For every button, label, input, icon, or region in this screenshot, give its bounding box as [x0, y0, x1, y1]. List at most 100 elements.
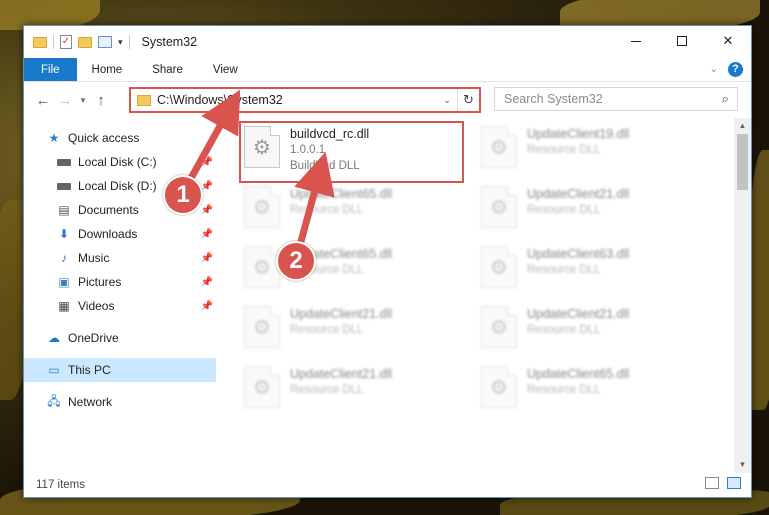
scroll-down-icon[interactable]: ▼: [734, 457, 751, 473]
address-dropdown-icon[interactable]: ⌄: [437, 95, 457, 106]
sidebar-item-local-disk-c[interactable]: Local Disk (C:) 📌: [24, 150, 216, 174]
properties-check-icon[interactable]: ✓: [60, 35, 72, 49]
file-description: Resource DLL: [527, 264, 601, 276]
network-icon: 🖧: [47, 393, 61, 408]
file-tile[interactable]: ⚙ UpdateClient21.dll Resource DLL: [244, 306, 474, 358]
file-name: UpdateClient63.dll: [527, 247, 630, 261]
up-arrow-icon[interactable]: ↑: [90, 92, 112, 109]
dll-gear-icon: ⚙: [481, 306, 517, 348]
quick-access-toolbar: ✓ ▾: [24, 35, 123, 49]
file-tile[interactable]: ⚙ UpdateClient19.dll Resource DLL: [481, 126, 711, 178]
sidebar-item-pictures[interactable]: ▣ Pictures 📌: [24, 270, 216, 294]
close-button[interactable]: ✕: [705, 26, 751, 56]
sidebar-item-label: OneDrive: [68, 331, 119, 345]
file-description: Resource DLL: [290, 204, 364, 216]
file-details: UpdateClient21.dll Resource DLL: [290, 306, 392, 338]
sidebar-item-music[interactable]: ♪ Music 📌: [24, 246, 216, 270]
sidebar-item-label: Quick access: [68, 131, 140, 145]
title-bar: ✓ ▾ System32 ✕: [24, 26, 751, 58]
chevron-down-icon[interactable]: ▾: [118, 37, 123, 48]
tab-home[interactable]: Home: [77, 58, 138, 81]
pin-icon[interactable]: 📌: [201, 205, 213, 216]
file-tile[interactable]: ⚙ UpdateClient21.dll Resource DLL: [481, 306, 711, 358]
dll-gear-icon: ⚙: [244, 306, 280, 348]
scrollbar-thumb[interactable]: [737, 134, 748, 190]
scroll-up-icon[interactable]: ▲: [734, 118, 751, 134]
ribbon-right-controls: ⌄ ?: [710, 62, 743, 77]
expand-ribbon-icon[interactable]: ⌄: [710, 64, 718, 75]
file-description: Resource DLL: [290, 384, 364, 396]
pin-icon[interactable]: 📌: [201, 277, 213, 288]
file-description: Resource DLL: [527, 144, 601, 156]
sidebar-item-onedrive[interactable]: ☁ OneDrive: [24, 326, 216, 350]
maximize-button[interactable]: [659, 26, 705, 56]
star-icon: ★: [48, 131, 60, 145]
file-description: Resource DLL: [527, 384, 601, 396]
dll-gear-icon: ⚙: [244, 366, 280, 408]
help-icon[interactable]: ?: [728, 62, 743, 77]
file-version: 1.0.0.1: [290, 144, 326, 156]
file-name: UpdateClient21.dll: [290, 367, 393, 381]
file-tile[interactable]: ⚙ UpdateClient63.dll Resource DLL: [481, 246, 711, 298]
sidebar-item-quick-access[interactable]: ★ Quick access: [24, 126, 216, 150]
sidebar-item-label: Documents: [78, 203, 139, 217]
tab-share[interactable]: Share: [137, 58, 198, 81]
refresh-icon[interactable]: ↻: [457, 89, 479, 111]
drive-icon: [56, 179, 72, 193]
pictures-icon: ▣: [58, 275, 70, 289]
sidebar-item-videos[interactable]: ▦ Videos 📌: [24, 294, 216, 318]
file-name: UpdateClient21.dll: [527, 307, 630, 321]
cloud-icon: ☁: [48, 331, 60, 345]
drive-icon: [56, 155, 72, 169]
file-tile[interactable]: ⚙ UpdateClient65.dll Resource DLL: [481, 366, 711, 418]
content-area: ★ Quick access Local Disk (C:) 📌 Local D…: [24, 118, 751, 473]
sidebar-item-downloads[interactable]: ⬇ Downloads 📌: [24, 222, 216, 246]
close-icon: ✕: [722, 33, 734, 48]
tab-view[interactable]: View: [198, 58, 253, 81]
file-name: buildvcd_rc.dll: [290, 127, 370, 141]
customize-toolbar-icon[interactable]: [98, 36, 112, 48]
pin-icon[interactable]: 📌: [201, 253, 213, 264]
file-name: UpdateClient19.dll: [527, 127, 630, 141]
back-arrow-icon[interactable]: ←: [32, 92, 54, 109]
large-icons-view-icon[interactable]: [727, 477, 741, 489]
pin-icon[interactable]: 📌: [201, 157, 213, 168]
dll-gear-icon: ⚙: [244, 126, 280, 168]
file-tile[interactable]: ⚙ UpdateClient65.dll Resource DLL: [244, 186, 474, 238]
address-row: ← → ▾ ↑ C:\Windows\System32 ⌄ ↻ Search S…: [24, 82, 751, 118]
tab-file[interactable]: File: [24, 58, 77, 81]
file-description: Resource DLL: [527, 204, 601, 216]
recent-locations-chevron-icon[interactable]: ▾: [76, 95, 90, 106]
file-tile-buildvcd[interactable]: ⚙ buildvcd_rc.dll 1.0.0.1 BuildVcd DLL: [239, 121, 464, 183]
search-icon: ⌕: [721, 91, 729, 106]
new-folder-icon[interactable]: [78, 36, 92, 48]
details-view-icon[interactable]: [705, 477, 719, 489]
sidebar-item-this-pc[interactable]: ▭ This PC: [24, 358, 216, 382]
vertical-scrollbar[interactable]: ▲ ▼: [734, 118, 751, 473]
search-placeholder: Search System32: [504, 92, 603, 106]
download-icon: ⬇: [58, 227, 70, 241]
computer-icon: ▭: [48, 363, 60, 377]
forward-arrow-icon[interactable]: →: [54, 92, 76, 109]
sidebar-item-label: This PC: [68, 363, 111, 377]
file-name: UpdateClient21.dll: [527, 187, 630, 201]
sidebar-item-label: Network: [68, 395, 113, 409]
file-tile[interactable]: ⚙ UpdateClient21.dll Resource DLL: [244, 366, 474, 418]
folder-icon: [33, 36, 47, 48]
address-bar[interactable]: C:\Windows\System32 ⌄ ↻: [129, 87, 481, 113]
search-input[interactable]: Search System32 ⌕: [494, 87, 738, 111]
file-details: UpdateClient65.dll Resource DLL: [290, 186, 392, 218]
pin-icon[interactable]: 📌: [201, 229, 213, 240]
address-path[interactable]: C:\Windows\System32: [157, 93, 437, 107]
file-name: UpdateClient65.dll: [290, 187, 393, 201]
file-tile[interactable]: ⚙ UpdateClient21.dll Resource DLL: [481, 186, 711, 238]
pin-icon[interactable]: 📌: [201, 301, 213, 312]
minimize-button[interactable]: [613, 26, 659, 56]
sidebar-item-label: Pictures: [78, 275, 122, 289]
sidebar-item-network[interactable]: 🖧 Network: [24, 390, 216, 414]
window-controls: ✕: [613, 26, 751, 56]
dll-gear-icon: ⚙: [481, 186, 517, 228]
